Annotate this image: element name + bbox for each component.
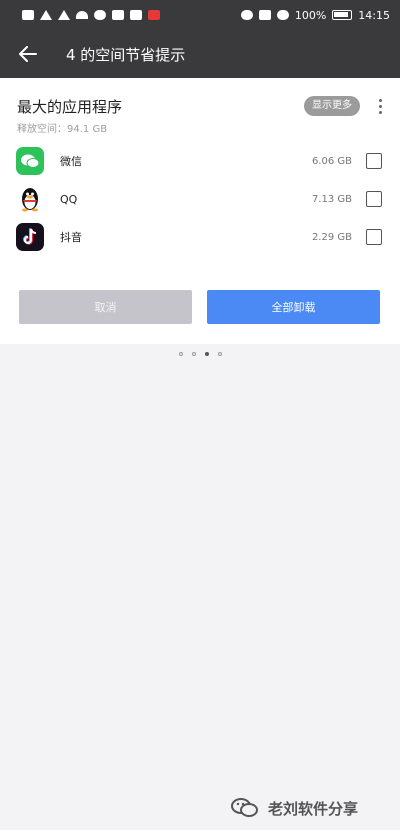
page-dot-active (204, 352, 209, 356)
app-row-qq[interactable]: QQ 7.13 GB (16, 182, 382, 216)
select-checkbox[interactable] (366, 229, 382, 245)
red-notification-icon (148, 10, 160, 20)
page-title: 4 的空间节省提示 (66, 45, 186, 64)
clock: 14:15 (358, 8, 390, 22)
app-notification-icon (130, 10, 142, 20)
status-bar-right-icons: 100% 14:15 (240, 8, 390, 22)
notification-icon (94, 10, 106, 20)
wifi-icon (76, 11, 88, 19)
message-icon (112, 10, 124, 20)
app-name: QQ (60, 192, 78, 206)
page-indicator (0, 352, 400, 356)
wechat-icon (16, 147, 44, 175)
app-size: 2.29 GB (311, 231, 352, 243)
select-checkbox[interactable] (366, 191, 382, 207)
status-bar-left-icons (22, 10, 160, 20)
select-checkbox[interactable] (366, 153, 382, 169)
douyin-icon (16, 223, 44, 251)
card-header: 最大的应用程序 释放空间：94.1 GB 显示更多 (17, 96, 390, 135)
r-badge-icon (258, 10, 271, 20)
show-more-button[interactable]: 显示更多 (304, 96, 360, 116)
signal-icon-2 (58, 10, 70, 20)
watermark-text: 老刘软件分享 (268, 799, 359, 818)
sim-icon (22, 10, 34, 20)
app-size: 7.13 GB (311, 193, 352, 205)
back-button[interactable] (0, 30, 56, 78)
page-dot (178, 352, 183, 356)
alarm-icon (276, 10, 289, 20)
cancel-button[interactable]: 取消 (19, 290, 192, 324)
nfc-icon (240, 10, 253, 20)
signal-icon (40, 10, 52, 20)
freeable-space-label: 释放空间：94.1 GB (17, 124, 108, 135)
uninstall-all-button[interactable]: 全部卸载 (207, 290, 380, 324)
battery-percent: 100% (294, 8, 327, 22)
arrow-left-icon (19, 46, 37, 62)
space-saving-card: 最大的应用程序 释放空间：94.1 GB 显示更多 微信 6.06 GB QQ … (0, 78, 400, 344)
app-size: 6.06 GB (311, 155, 352, 167)
qq-penguin-icon (16, 185, 44, 213)
app-bar: 4 的空间节省提示 (0, 30, 400, 78)
battery-icon (332, 10, 353, 20)
app-name: 抖音 (60, 231, 82, 244)
app-name: 微信 (60, 155, 82, 168)
status-bar: 100% 14:15 (0, 0, 400, 30)
app-row-douyin[interactable]: 抖音 2.29 GB (16, 220, 382, 254)
wechat-logo-icon (231, 798, 258, 817)
page-dot (191, 352, 196, 356)
app-row-wechat[interactable]: 微信 6.06 GB (16, 144, 382, 178)
more-options-icon[interactable] (370, 96, 390, 116)
page-dot (217, 352, 222, 356)
watermark: 老刘软件分享 (230, 796, 358, 820)
